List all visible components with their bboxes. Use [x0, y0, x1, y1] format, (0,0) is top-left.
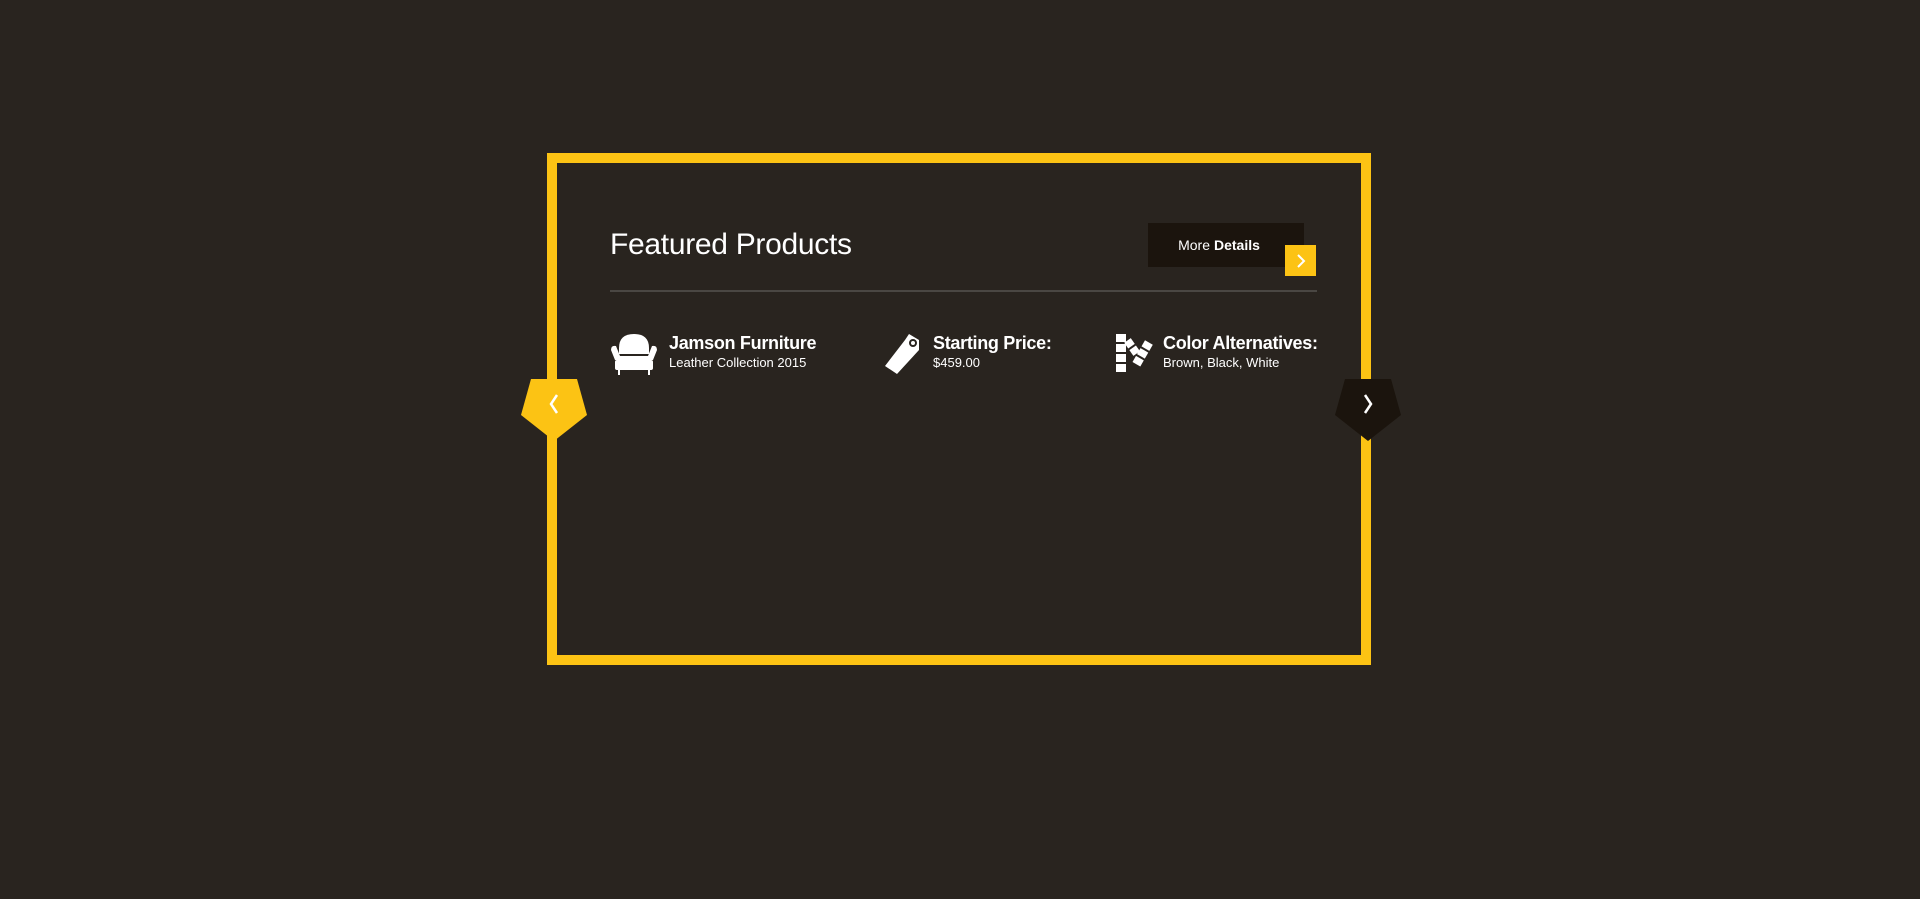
divider [610, 290, 1317, 292]
next-slide-button[interactable] [1335, 379, 1401, 441]
feature-item: Starting Price: $459.00 [883, 332, 1052, 376]
chevron-left-icon [549, 394, 559, 414]
feature-item: Jamson Furniture Leather Collection 2015 [609, 332, 817, 376]
more-bold-label: Details [1213, 237, 1260, 253]
chevron-right-icon [1363, 394, 1373, 414]
feature-subtitle: Brown, Black, White [1163, 355, 1280, 370]
armchair-icon [611, 334, 657, 375]
more-label: More [1178, 237, 1210, 253]
feature-subtitle: $459.00 [933, 355, 980, 370]
feature-item: Color Alternatives: Brown, Black, White [1115, 332, 1318, 376]
feature-title: Jamson Furniture [669, 333, 817, 353]
price-tag-icon [885, 334, 919, 374]
feature-subtitle: Leather Collection 2015 [669, 355, 807, 370]
page-title: Featured Products [610, 228, 852, 261]
feature-title: Color Alternatives: [1163, 333, 1318, 353]
feature-title: Starting Price: [933, 333, 1052, 353]
more-details-button[interactable]: More Details [1148, 223, 1304, 267]
chevron-right-icon [1296, 253, 1305, 268]
previous-slide-button[interactable] [521, 379, 587, 441]
color-swatch-icon [1116, 334, 1153, 372]
more-details-arrow[interactable] [1285, 245, 1316, 276]
